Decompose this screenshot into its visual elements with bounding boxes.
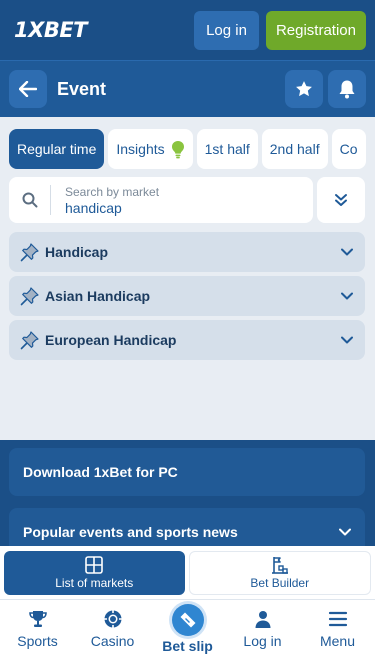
market-row-handicap[interactable]: Handicap — [9, 232, 365, 272]
chevron-down-icon — [341, 248, 353, 256]
market-label: Handicap — [45, 244, 109, 260]
tab-regular-time[interactable]: Regular time — [9, 129, 105, 169]
search-icon — [22, 192, 37, 208]
grid-icon — [85, 556, 104, 574]
download-pc-card[interactable]: Download 1xBet for PC — [9, 448, 365, 496]
top-header: 1XBET Log in Registration — [0, 0, 375, 60]
casino-chip-icon — [104, 610, 121, 628]
footer-section: Download 1xBet for PC Popular events and… — [0, 440, 375, 560]
nav-bet-slip[interactable]: Bet slip — [150, 600, 225, 666]
ticket-icon — [180, 612, 195, 628]
bell-icon — [339, 80, 355, 99]
tab-1st-half[interactable]: 1st half — [196, 129, 258, 169]
tab-more[interactable]: Co — [331, 129, 366, 169]
bet-builder-icon — [271, 557, 288, 574]
hamburger-menu-icon — [328, 611, 347, 627]
download-pc-label: Download 1xBet for PC — [23, 464, 178, 480]
tab-insights-label: Insights — [116, 141, 165, 157]
nav-bet-slip-label: Bet slip — [162, 638, 213, 654]
login-button[interactable]: Log in — [194, 10, 259, 50]
registration-button[interactable]: Registration — [265, 10, 366, 50]
nav-menu[interactable]: Menu — [300, 600, 375, 666]
pin-icon — [20, 243, 39, 262]
lightbulb-icon — [171, 140, 184, 158]
market-row-european-handicap[interactable]: European Handicap — [9, 320, 365, 360]
list-of-markets-label: List of markets — [55, 576, 134, 590]
market-search[interactable]: Search by market handicap — [9, 177, 313, 223]
event-bar: Event — [0, 60, 375, 117]
nav-casino[interactable]: Casino — [75, 600, 150, 666]
popular-events-label: Popular events and sports news — [23, 524, 238, 540]
search-placeholder: Search by market — [65, 184, 160, 199]
period-tabs: Regular time Insights 1st half 2nd half … — [9, 129, 375, 169]
chevron-down-icon — [341, 336, 353, 344]
double-chevron-down-icon — [335, 194, 347, 206]
market-row-asian-handicap[interactable]: Asian Handicap — [9, 276, 365, 316]
back-button[interactable] — [9, 70, 47, 108]
bet-builder-button[interactable]: Bet Builder — [188, 551, 371, 595]
tab-2nd-half[interactable]: 2nd half — [261, 129, 328, 169]
arrow-left-icon — [19, 81, 37, 97]
chevron-down-icon — [339, 528, 351, 536]
brand-logo[interactable]: 1XBET — [14, 18, 88, 42]
favorite-button[interactable] — [285, 70, 323, 108]
notifications-button[interactable] — [328, 70, 366, 108]
market-label: European Handicap — [45, 332, 177, 348]
tab-insights[interactable]: Insights — [108, 129, 193, 169]
collapse-all-button[interactable] — [317, 177, 365, 223]
user-icon — [255, 611, 270, 628]
market-label: Asian Handicap — [45, 288, 151, 304]
page-title: Event — [57, 78, 107, 99]
nav-login-label: Log in — [243, 633, 282, 649]
market-view-switcher: List of markets Bet Builder — [0, 546, 375, 599]
chevron-down-icon — [341, 292, 353, 300]
nav-sports[interactable]: Sports — [0, 600, 75, 666]
pin-icon — [20, 331, 39, 350]
bet-builder-label: Bet Builder — [250, 576, 310, 590]
nav-sports-label: Sports — [17, 633, 58, 649]
trophy-icon — [28, 611, 47, 627]
nav-casino-label: Casino — [90, 633, 135, 649]
star-icon — [296, 81, 312, 97]
pin-icon — [20, 287, 39, 306]
search-input[interactable]: handicap — [65, 200, 159, 216]
list-of-markets-button[interactable]: List of markets — [4, 551, 185, 595]
nav-login[interactable]: Log in — [225, 600, 300, 666]
nav-menu-label: Menu — [319, 633, 356, 649]
bottom-navigation: Sports Casino Bet slip Log in Menu — [0, 599, 375, 666]
